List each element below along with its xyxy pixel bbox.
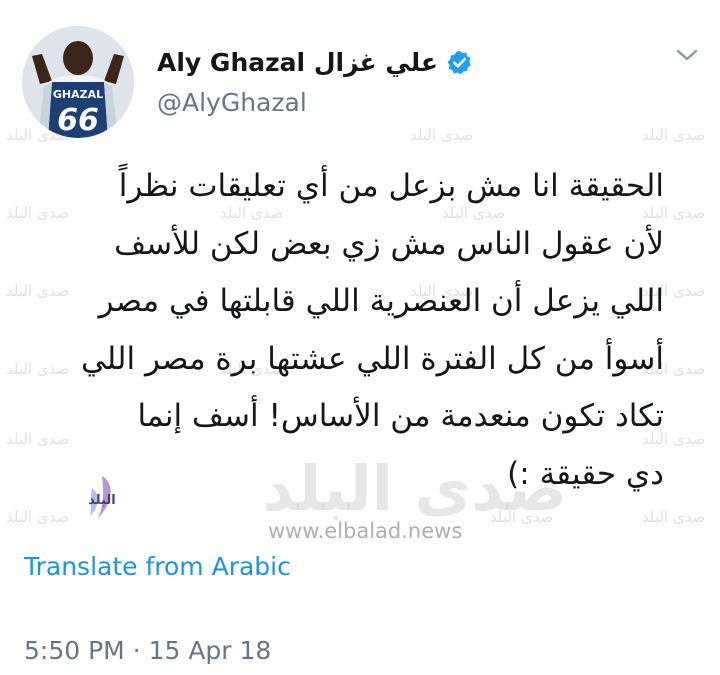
- watermark-text: صدى البلد: [642, 508, 706, 526]
- tweet-text-line: لأن عقول الناس مش زي بعض لكن للأسف: [114, 225, 664, 262]
- tweet-timestamp[interactable]: 5:50 PM · 15 Apr 18: [24, 636, 271, 665]
- avatar-image: GHAZAL 66: [22, 26, 134, 138]
- user-handle[interactable]: @AlyGhazal: [157, 88, 307, 117]
- avatar[interactable]: GHAZAL 66: [22, 26, 134, 138]
- watermark-url: www.elbalad.news: [268, 519, 463, 543]
- tweet-text-line: تكاد تكون منعدمة من الأساس! أسف إنما: [137, 398, 664, 434]
- tweet-text: الحقيقة انا مش بزعل من أي تعليقات نظراً …: [22, 158, 664, 503]
- watermark-text: صدى البلد: [490, 508, 554, 526]
- display-name-row: Aly Ghazal علي غزال: [157, 42, 473, 82]
- watermark-text: صدى البلد: [642, 126, 706, 144]
- tweet-card: GHAZAL 66 Aly Ghazal علي غزال @AlyGhazal…: [0, 0, 720, 675]
- watermark-text: صدى البلد: [6, 508, 70, 526]
- tweet-text-line: أسوأ من كل الفترة اللي عشتها برة مصر الل…: [80, 340, 664, 377]
- jersey-name: GHAZAL: [53, 88, 103, 101]
- watermark-text: صدى البلد: [410, 126, 474, 144]
- chevron-down-icon[interactable]: [672, 44, 702, 66]
- tweet-text-line: دي حقيقة :): [507, 455, 664, 492]
- tweet-text-line: الحقيقة انا مش بزعل من أي تعليقات نظراً: [118, 168, 664, 204]
- verified-badge-icon: [447, 50, 471, 74]
- display-name[interactable]: Aly Ghazal علي غزال: [157, 48, 438, 77]
- translate-link[interactable]: Translate from Arabic: [24, 552, 291, 581]
- tweet-text-line: اللي يزعل أن العنصرية اللي قابلتها في مص…: [98, 283, 664, 319]
- jersey-number: 66: [57, 103, 99, 138]
